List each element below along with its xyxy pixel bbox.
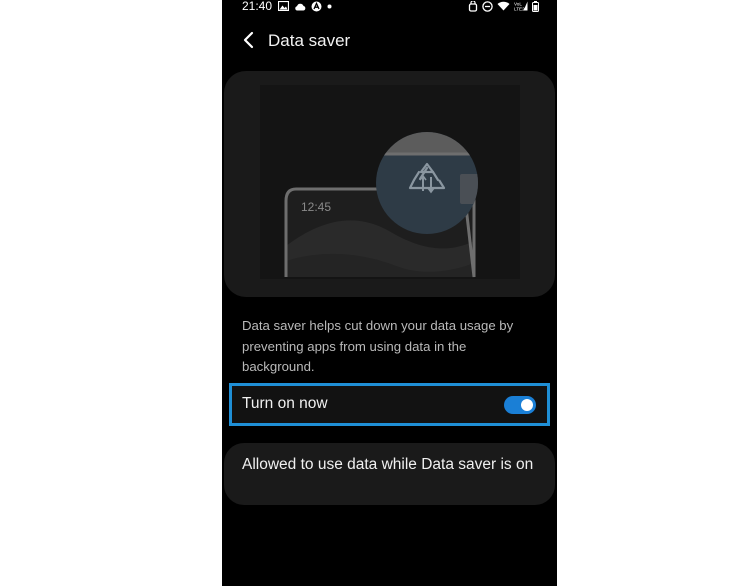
- app-notification-icon: [311, 1, 322, 11]
- illustration-card: 12:45: [224, 71, 555, 297]
- status-time: 21:40: [242, 0, 273, 13]
- allowed-apps-label: Allowed to use data while Data saver is …: [242, 456, 534, 473]
- allowed-apps-item[interactable]: Allowed to use data while Data saver is …: [224, 443, 555, 505]
- back-button[interactable]: [238, 29, 260, 51]
- app-bar: Data saver: [222, 26, 557, 56]
- switch-knob: [521, 399, 533, 411]
- volte-signal-icon: VoL LTE2: [514, 1, 528, 11]
- status-bar: 21:40 VoL LTE2: [222, 0, 557, 14]
- page-title: Data saver: [268, 31, 351, 50]
- data-saver-switch[interactable]: [504, 396, 536, 414]
- data-saver-illustration: 12:45: [260, 85, 520, 279]
- dot-icon: [327, 4, 332, 8]
- turn-on-now-label: Turn on now: [242, 395, 328, 412]
- description-text: Data saver helps cut down your data usag…: [242, 318, 514, 374]
- status-left-icons: [278, 0, 332, 12]
- cloud-icon: [295, 3, 306, 10]
- battery-icon: [532, 0, 539, 12]
- gallery-icon: [278, 1, 289, 11]
- wifi-icon: [497, 1, 510, 11]
- phone-screen: 21:40 VoL LTE2 Data saver 12:45 Data sav…: [222, 0, 557, 586]
- svg-text:LTE2: LTE2: [514, 7, 525, 12]
- chevron-left-icon: [243, 31, 254, 49]
- turn-on-now-row[interactable]: Turn on now: [229, 383, 550, 426]
- no-disturb-icon: [482, 0, 493, 12]
- status-right-icons: VoL LTE2: [468, 0, 539, 12]
- alarm-icon: [468, 0, 478, 12]
- phone-clock-text: 12:45: [301, 200, 331, 214]
